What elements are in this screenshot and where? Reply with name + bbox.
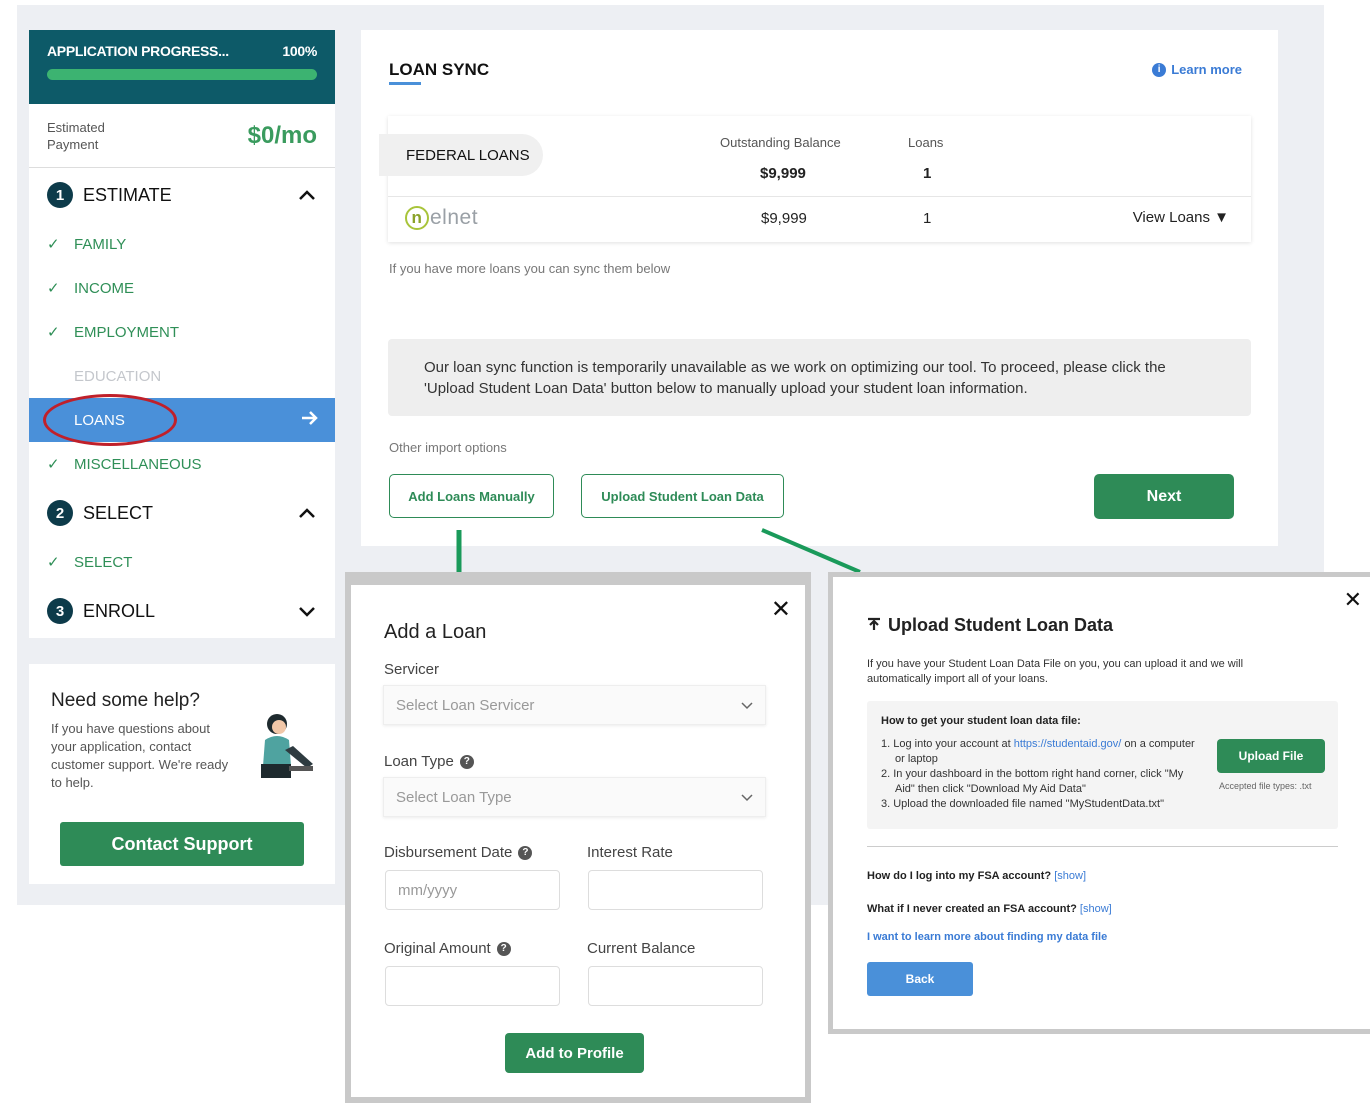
close-icon[interactable]: ✕	[1344, 587, 1362, 613]
add-to-profile-button[interactable]: Add to Profile	[505, 1033, 644, 1073]
faq-no-account: What if I never created an FSA account? …	[867, 903, 1112, 915]
studentaid-link[interactable]: https://studentaid.gov/	[1014, 738, 1122, 750]
help-icon[interactable]: ?	[518, 845, 533, 860]
servicer-label: Servicer	[384, 661, 440, 678]
current-balance-label: Current Balance	[587, 940, 696, 957]
chevron-down-icon	[741, 697, 753, 714]
disbursement-date-label: Disbursement Date?	[384, 844, 533, 861]
instructions-title: How to get your student loan data file:	[881, 715, 1081, 727]
instruction-step-1: 1. Log into your account at https://stud…	[881, 738, 1195, 765]
loan-type-label: Loan Type?	[384, 753, 474, 770]
instruction-step-2: 2. In your dashboard in the bottom right…	[881, 768, 1184, 795]
original-amount-label: Original Amount?	[384, 940, 511, 957]
original-amount-input[interactable]	[385, 966, 560, 1006]
modal-title: Upload Student Loan Data	[867, 615, 1113, 636]
upload-file-button[interactable]: Upload File	[1217, 739, 1325, 773]
interest-rate-label: Interest Rate	[587, 844, 673, 861]
show-toggle[interactable]: [show]	[1080, 903, 1112, 915]
accepted-file-types: Accepted file types: .txt	[1219, 781, 1312, 791]
show-toggle[interactable]: [show]	[1054, 870, 1086, 882]
chevron-down-icon	[741, 789, 753, 806]
back-button[interactable]: Back	[867, 962, 973, 996]
servicer-select[interactable]: Select Loan Servicer	[383, 685, 766, 725]
help-icon[interactable]: ?	[496, 941, 511, 956]
modal-title: Add a Loan	[384, 621, 487, 643]
interest-rate-input[interactable]	[588, 870, 763, 910]
disbursement-date-input[interactable]: mm/yyyy	[385, 870, 560, 910]
add-loan-modal: ✕ Add a Loan Servicer Select Loan Servic…	[345, 572, 811, 1103]
help-icon[interactable]: ?	[459, 754, 474, 769]
upload-loan-data-modal: ✕ Upload Student Loan Data If you have y…	[828, 572, 1370, 1034]
upload-icon	[867, 615, 881, 636]
instructions-list: 1. Log into your account at https://stud…	[881, 737, 1201, 812]
learn-data-file-link[interactable]: I want to learn more about finding my da…	[867, 931, 1107, 943]
upload-description: If you have your Student Loan Data File …	[867, 658, 1244, 685]
instruction-step-3: 3. Upload the downloaded file named "MyS…	[881, 798, 1164, 810]
instructions-box: How to get your student loan data file: …	[867, 701, 1338, 829]
loan-type-select[interactable]: Select Loan Type	[383, 777, 766, 817]
current-balance-input[interactable]	[588, 966, 763, 1006]
faq-login: How do I log into my FSA account? [show]	[867, 870, 1087, 882]
close-icon[interactable]: ✕	[771, 595, 791, 624]
